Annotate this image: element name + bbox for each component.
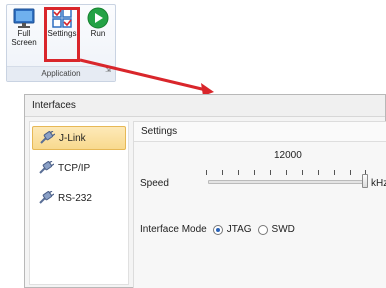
run-label: Run	[90, 29, 106, 38]
ribbon-group-application: Full Screen Settings Run Application ⇲	[6, 4, 116, 82]
jtag-radio[interactable]	[212, 224, 223, 235]
plug-icon	[39, 191, 54, 204]
sidebar-item-label: J-Link	[59, 132, 86, 144]
speed-slider-ticks	[206, 170, 366, 176]
full-screen-label: Full Screen	[11, 29, 37, 47]
run-button[interactable]: Run	[83, 7, 113, 38]
interfaces-dialog: Interfaces J-Link TCP/IP RS-232 Settings…	[24, 94, 386, 288]
interface-mode-label: Interface Mode	[140, 224, 207, 235]
settings-grid-icon	[52, 8, 72, 28]
plug-icon	[39, 161, 54, 174]
monitor-icon	[13, 8, 35, 28]
plug-icon	[40, 131, 55, 144]
interface-mode-row: Interface Mode JTAG SWD	[140, 224, 295, 235]
speed-unit: kHz	[371, 178, 386, 189]
interfaces-sidebar: J-Link TCP/IP RS-232	[29, 121, 129, 285]
speed-label: Speed	[140, 178, 169, 189]
settings-button[interactable]: Settings	[43, 7, 81, 38]
ribbon-group-label: Application ⇲	[7, 66, 115, 81]
settings-label: Settings	[47, 29, 77, 38]
swd-radio[interactable]	[257, 224, 268, 235]
swd-label: SWD	[271, 224, 295, 235]
panel-title: Settings	[134, 122, 386, 142]
play-icon	[87, 7, 109, 29]
speed-slider[interactable]	[208, 180, 364, 184]
group-label-text: Application	[41, 69, 81, 78]
sidebar-item-label: TCP/IP	[58, 162, 91, 174]
jtag-label: JTAG	[226, 224, 252, 235]
full-screen-button[interactable]: Full Screen	[9, 7, 39, 47]
sidebar-item-label: RS-232	[58, 192, 92, 204]
dialog-launcher-icon[interactable]: ⇲	[105, 64, 111, 78]
dialog-title: Interfaces	[25, 95, 385, 117]
speed-slider-thumb[interactable]	[362, 174, 368, 188]
sidebar-item-jlink[interactable]: J-Link	[32, 126, 126, 150]
sidebar-item-tcpip[interactable]: TCP/IP	[32, 156, 126, 180]
speed-value: 12000	[274, 150, 302, 161]
sidebar-item-rs232[interactable]: RS-232	[32, 186, 126, 210]
settings-panel: Settings 12000 Speed kHz Interface Mode …	[133, 121, 386, 288]
